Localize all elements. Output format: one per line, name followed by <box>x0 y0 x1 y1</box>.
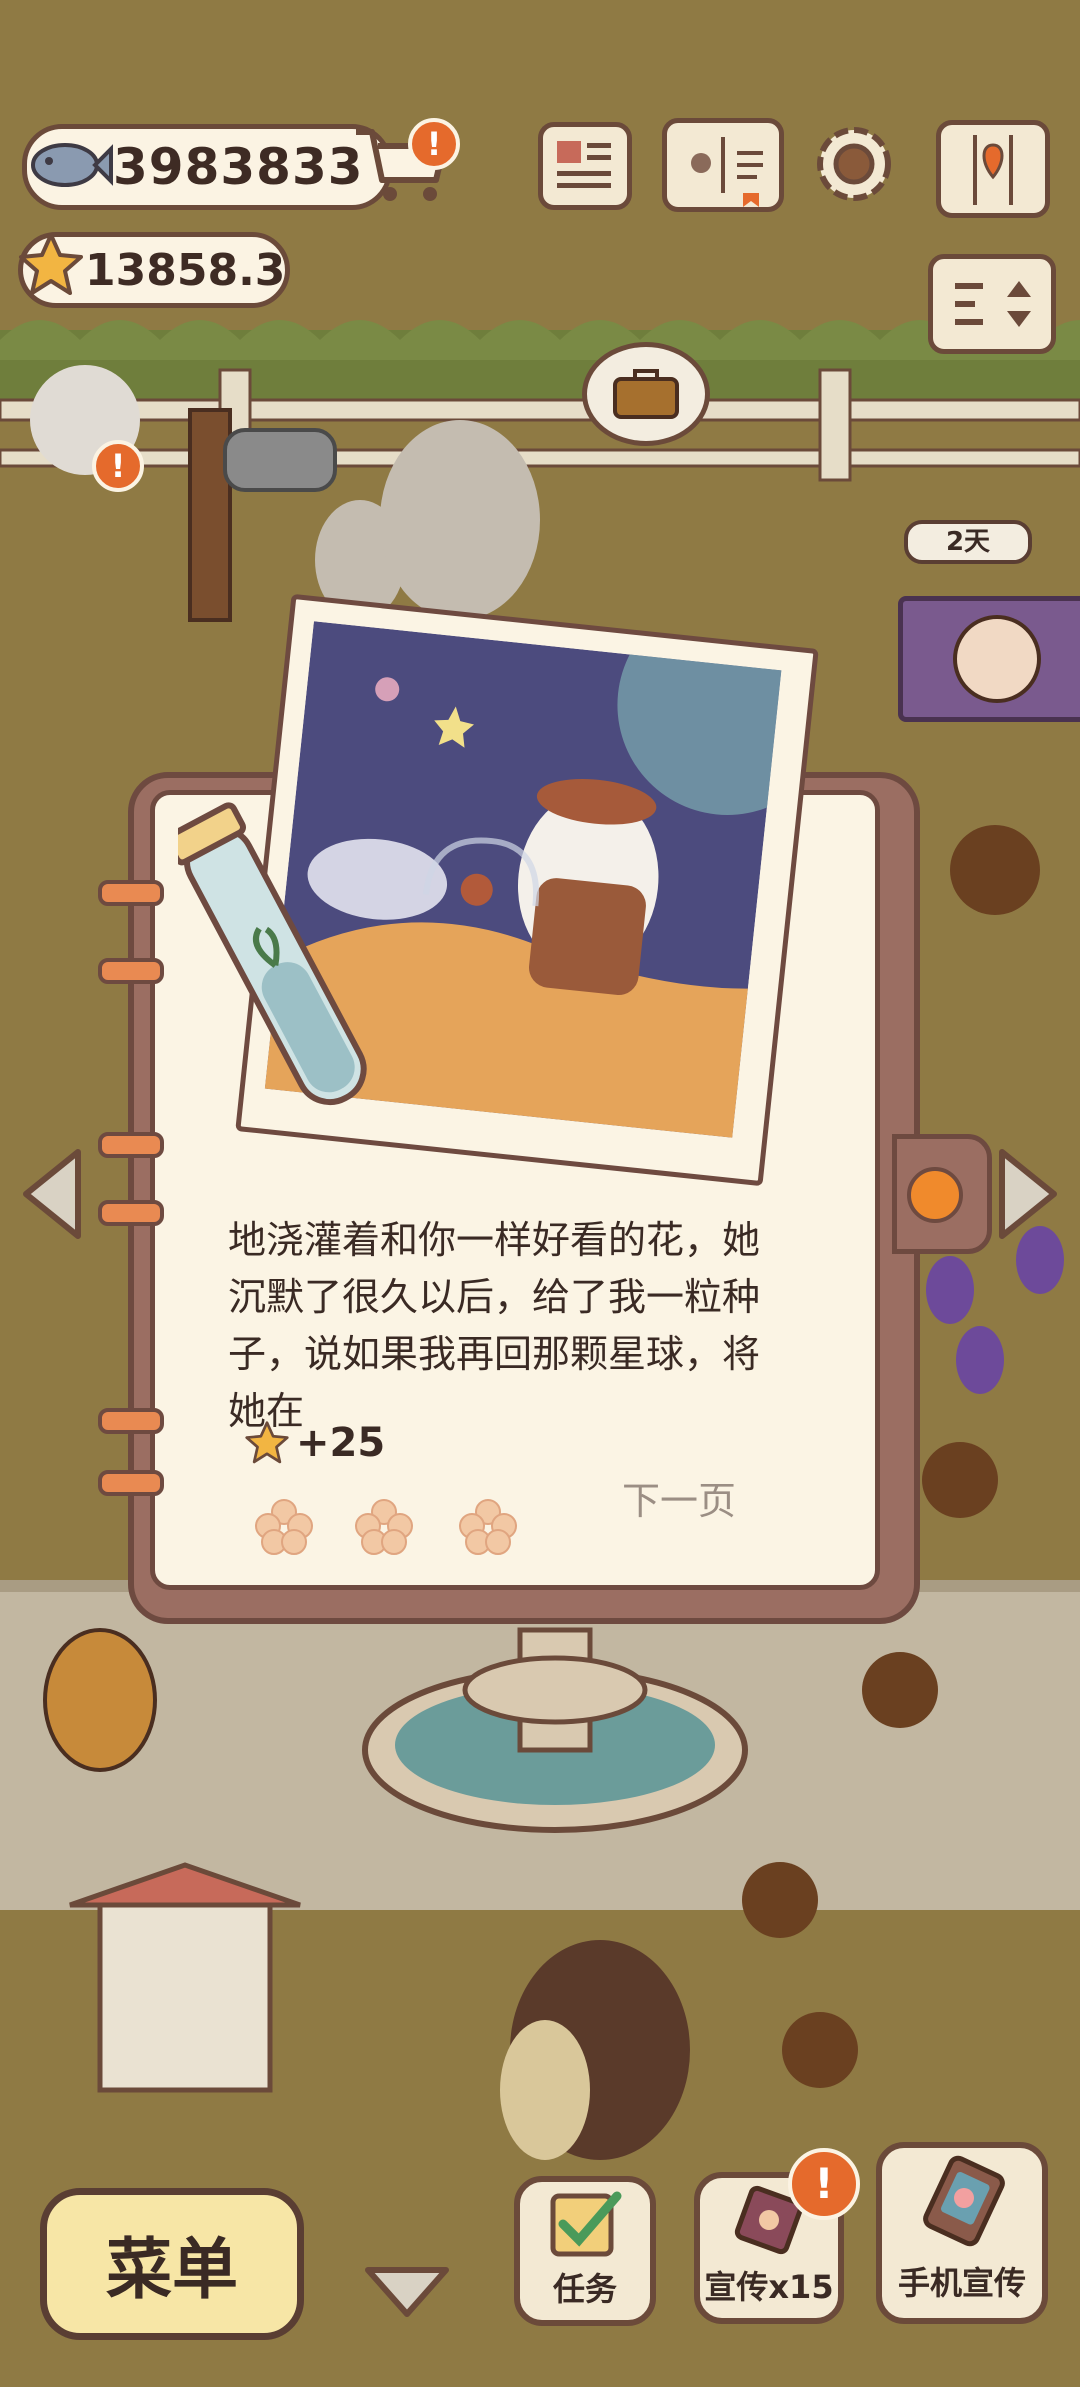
binder-ring <box>98 1132 164 1158</box>
sort-icon <box>955 281 1031 327</box>
next-page-arrow[interactable] <box>992 1146 1062 1242</box>
sort-button[interactable] <box>928 254 1056 354</box>
star-icon <box>245 1421 289 1464</box>
fish-currency: 3983833 <box>22 124 392 210</box>
checklist-icon <box>550 2191 622 2257</box>
guide-book-button[interactable] <box>662 118 784 212</box>
star-currency: 13858.3 <box>18 232 290 308</box>
fish-icon <box>31 143 113 187</box>
flower-decoration-icon <box>255 1499 517 1555</box>
visitor-banner[interactable] <box>898 596 1080 722</box>
binder-ring <box>98 1470 164 1496</box>
task-label: 任务 <box>552 2270 617 2308</box>
promote-label: 宣传x15 <box>704 2268 834 2306</box>
map-button[interactable] <box>936 120 1050 218</box>
reward: +25 <box>244 1420 385 1466</box>
bookmark-gem <box>907 1167 963 1223</box>
binder-ring <box>98 1408 164 1434</box>
next-page-button[interactable]: 下一页 <box>622 1470 736 1525</box>
settings-button[interactable] <box>808 118 900 210</box>
promote-alert-badge: ! <box>788 2148 860 2220</box>
task-button[interactable]: 任务 <box>514 2176 656 2326</box>
seed-vial-icon <box>178 802 367 1106</box>
phone-promote-button[interactable]: 手机宣传 <box>876 2142 1048 2324</box>
fish-count: 3983833 <box>113 138 364 196</box>
menu-button[interactable]: 菜单 <box>40 2188 304 2340</box>
gear-icon <box>817 127 891 201</box>
phone-icon <box>923 2155 1005 2247</box>
binder-ring <box>98 880 164 906</box>
star-icon <box>19 233 83 295</box>
star-count: 13858.3 <box>85 244 286 296</box>
suitcase-bubble[interactable] <box>582 342 710 446</box>
binder-ring <box>98 958 164 984</box>
suitcase-icon <box>613 369 679 419</box>
reward-amount: +25 <box>296 1420 386 1466</box>
newspaper-button[interactable] <box>538 122 632 210</box>
map-icon <box>973 135 1013 205</box>
binder-ring <box>98 1200 164 1226</box>
prev-page-arrow[interactable] <box>18 1146 88 1242</box>
newspaper-icon <box>557 141 611 188</box>
phone-promote-label: 手机宣传 <box>897 2264 1026 2302</box>
cat-alert-badge: ! <box>92 440 144 492</box>
book-icon <box>691 137 763 207</box>
collapse-arrow-icon[interactable] <box>362 2262 452 2320</box>
bookmark-tab[interactable] <box>892 1134 992 1254</box>
cart-alert-badge: ! <box>408 118 460 170</box>
visitor-portrait <box>953 615 1041 703</box>
visitor-timer: 2天 <box>904 520 1032 564</box>
story-text: 地浇灌着和你一样好看的花，她沉默了很久以后，给了我一粒种子，说如果我再回那颗星球… <box>228 1218 761 1433</box>
